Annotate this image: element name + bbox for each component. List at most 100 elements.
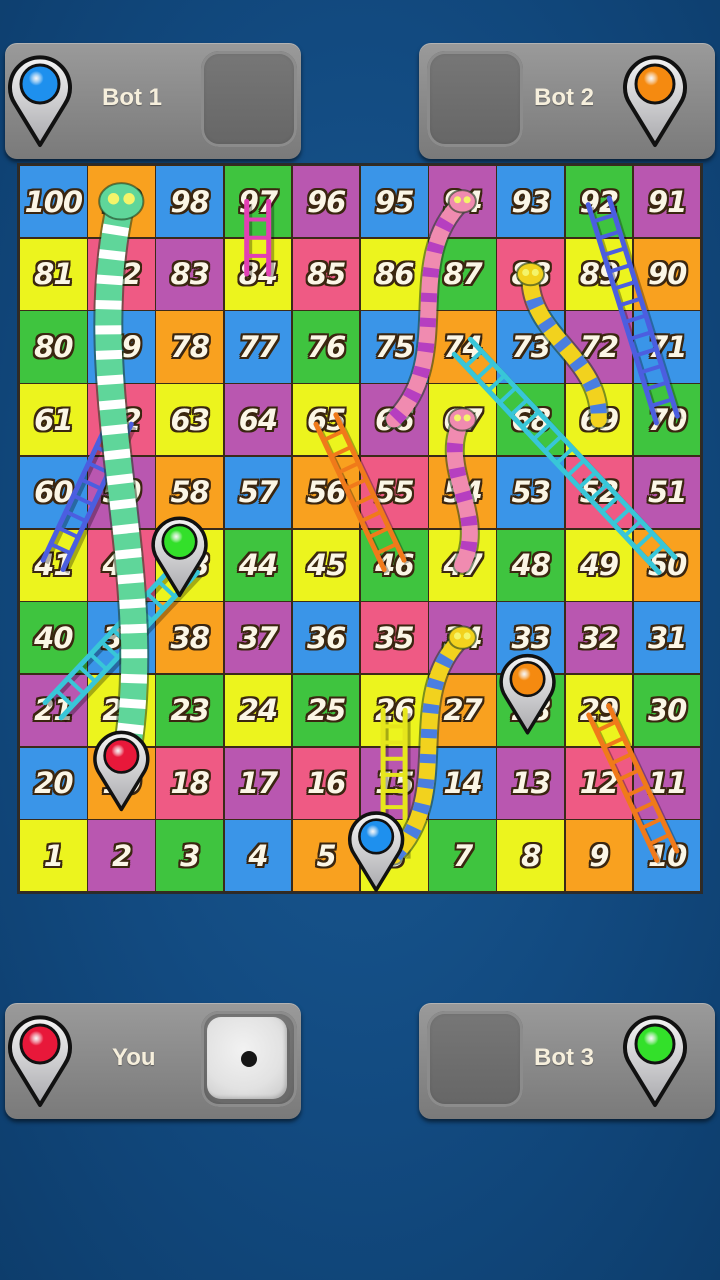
- board-cell-40: 40: [19, 601, 88, 675]
- board-cell-78: 78: [155, 310, 225, 384]
- board-cell-36: 36: [291, 601, 361, 675]
- board-cell-68: 68: [496, 383, 566, 457]
- board-cell-33: 33: [496, 601, 566, 675]
- board-cell-79: 79: [87, 310, 156, 384]
- board-cell-9: 9: [564, 819, 634, 893]
- board-cell-70: 70: [632, 383, 702, 457]
- board-cell-95: 95: [360, 165, 429, 239]
- board-cell-12: 12: [564, 746, 634, 820]
- board-cell-80: 80: [19, 310, 88, 384]
- board-cell-2: 2: [87, 819, 156, 893]
- board-cell-87: 87: [428, 237, 497, 311]
- board-cell-5: 5: [291, 819, 361, 893]
- board-cell-13: 13: [496, 746, 566, 820]
- board-cell-39: 39: [87, 601, 156, 675]
- you-pin-icon: [8, 1015, 72, 1107]
- board-cell-8: 8: [496, 819, 566, 893]
- board-cell-77: 77: [223, 310, 293, 384]
- board-cell-52: 52: [564, 455, 634, 529]
- board-cell-76: 76: [291, 310, 361, 384]
- board-cell-21: 21: [19, 673, 88, 748]
- board-cell-93: 93: [496, 165, 566, 239]
- board-cell-72: 72: [564, 310, 634, 384]
- board-cell-27: 27: [428, 673, 497, 748]
- board-cell-48: 48: [496, 528, 566, 602]
- board-cell-91: 91: [632, 165, 702, 239]
- board-cell-98: 98: [155, 165, 225, 239]
- board-cell-62: 62: [87, 383, 156, 457]
- board-cell-17: 17: [223, 746, 293, 820]
- board-cell-24: 24: [223, 673, 293, 748]
- board-cell-97: 97: [223, 165, 293, 239]
- board-cell-100: 100: [19, 165, 88, 239]
- board-cell-6: 6: [360, 819, 429, 893]
- player-panel-bot3: Bot 3: [419, 1003, 715, 1119]
- board-cell-58: 58: [155, 455, 225, 529]
- board-cell-55: 55: [360, 455, 429, 529]
- bot1-dice-slot: [201, 51, 297, 147]
- board-cell-14: 14: [428, 746, 497, 820]
- dice-pip: [241, 1051, 257, 1067]
- board-cell-30: 30: [632, 673, 702, 748]
- player-panel-you: You: [5, 1003, 301, 1119]
- board-cell-89: 89: [564, 237, 634, 311]
- you-name: You: [112, 1044, 156, 1071]
- board-cell-50: 50: [632, 528, 702, 602]
- board-cell-29: 29: [564, 673, 634, 748]
- board-cell-7: 7: [428, 819, 497, 893]
- board-cell-35: 35: [360, 601, 429, 675]
- board-cell-92: 92: [564, 165, 634, 239]
- board-cell-37: 37: [223, 601, 293, 675]
- board-cell-99: 99: [87, 165, 156, 239]
- board-cell-11: 11: [632, 746, 702, 820]
- dice-button[interactable]: [207, 1017, 287, 1099]
- board-cell-57: 57: [223, 455, 293, 529]
- board-cell-25: 25: [291, 673, 361, 748]
- board-cell-65: 65: [291, 383, 361, 457]
- bot2-name: Bot 2: [534, 84, 594, 111]
- board-cell-26: 26: [360, 673, 429, 748]
- board-cell-42: 42: [87, 528, 156, 602]
- board-cell-43: 43: [155, 528, 225, 602]
- board-cell-22: 22: [87, 673, 156, 748]
- board-cell-10: 10: [632, 819, 702, 893]
- board-cell-51: 51: [632, 455, 702, 529]
- board-cell-90: 90: [632, 237, 702, 311]
- board-cell-4: 4: [223, 819, 293, 893]
- bot2-dice-slot: [427, 51, 523, 147]
- board-cell-31: 31: [632, 601, 702, 675]
- board-cell-83: 83: [155, 237, 225, 311]
- board-cell-20: 20: [19, 746, 88, 820]
- board-cell-19: 19: [87, 746, 156, 820]
- board-cell-75: 75: [360, 310, 429, 384]
- board-cell-18: 18: [155, 746, 225, 820]
- you-dice-slot[interactable]: [201, 1011, 297, 1107]
- board-cell-86: 86: [360, 237, 429, 311]
- board-cell-82: 82: [87, 237, 156, 311]
- board-cell-94: 94: [428, 165, 497, 239]
- board-cell-67: 67: [428, 383, 497, 457]
- player-panel-bot1: Bot 1: [5, 43, 301, 159]
- board-cell-64: 64: [223, 383, 293, 457]
- board-cell-63: 63: [155, 383, 225, 457]
- board-cell-54: 54: [428, 455, 497, 529]
- bot3-pin-icon: [623, 1015, 687, 1107]
- board-cell-53: 53: [496, 455, 566, 529]
- board-cell-46: 46: [360, 528, 429, 602]
- board-cell-88: 88: [496, 237, 566, 311]
- bot3-dice-slot: [427, 1011, 523, 1107]
- board-cell-28: 28: [496, 673, 566, 748]
- bot2-pin-icon: [623, 55, 687, 147]
- bot1-pin-icon: [8, 55, 72, 147]
- game-board: 100 99 98 97 96 95 94 93 92 91 81 82 83 84 85 86 87 88 89 9…: [19, 165, 702, 893]
- board-cell-1: 1: [19, 819, 88, 893]
- board-cell-34: 34: [428, 601, 497, 675]
- board-cell-41: 41: [19, 528, 88, 602]
- board-cell-96: 96: [291, 165, 361, 239]
- board-cell-32: 32: [564, 601, 634, 675]
- board-cell-73: 73: [496, 310, 566, 384]
- board-cell-49: 49: [564, 528, 634, 602]
- bot1-name: Bot 1: [102, 84, 162, 111]
- board-cell-81: 81: [19, 237, 88, 311]
- board-cell-69: 69: [564, 383, 634, 457]
